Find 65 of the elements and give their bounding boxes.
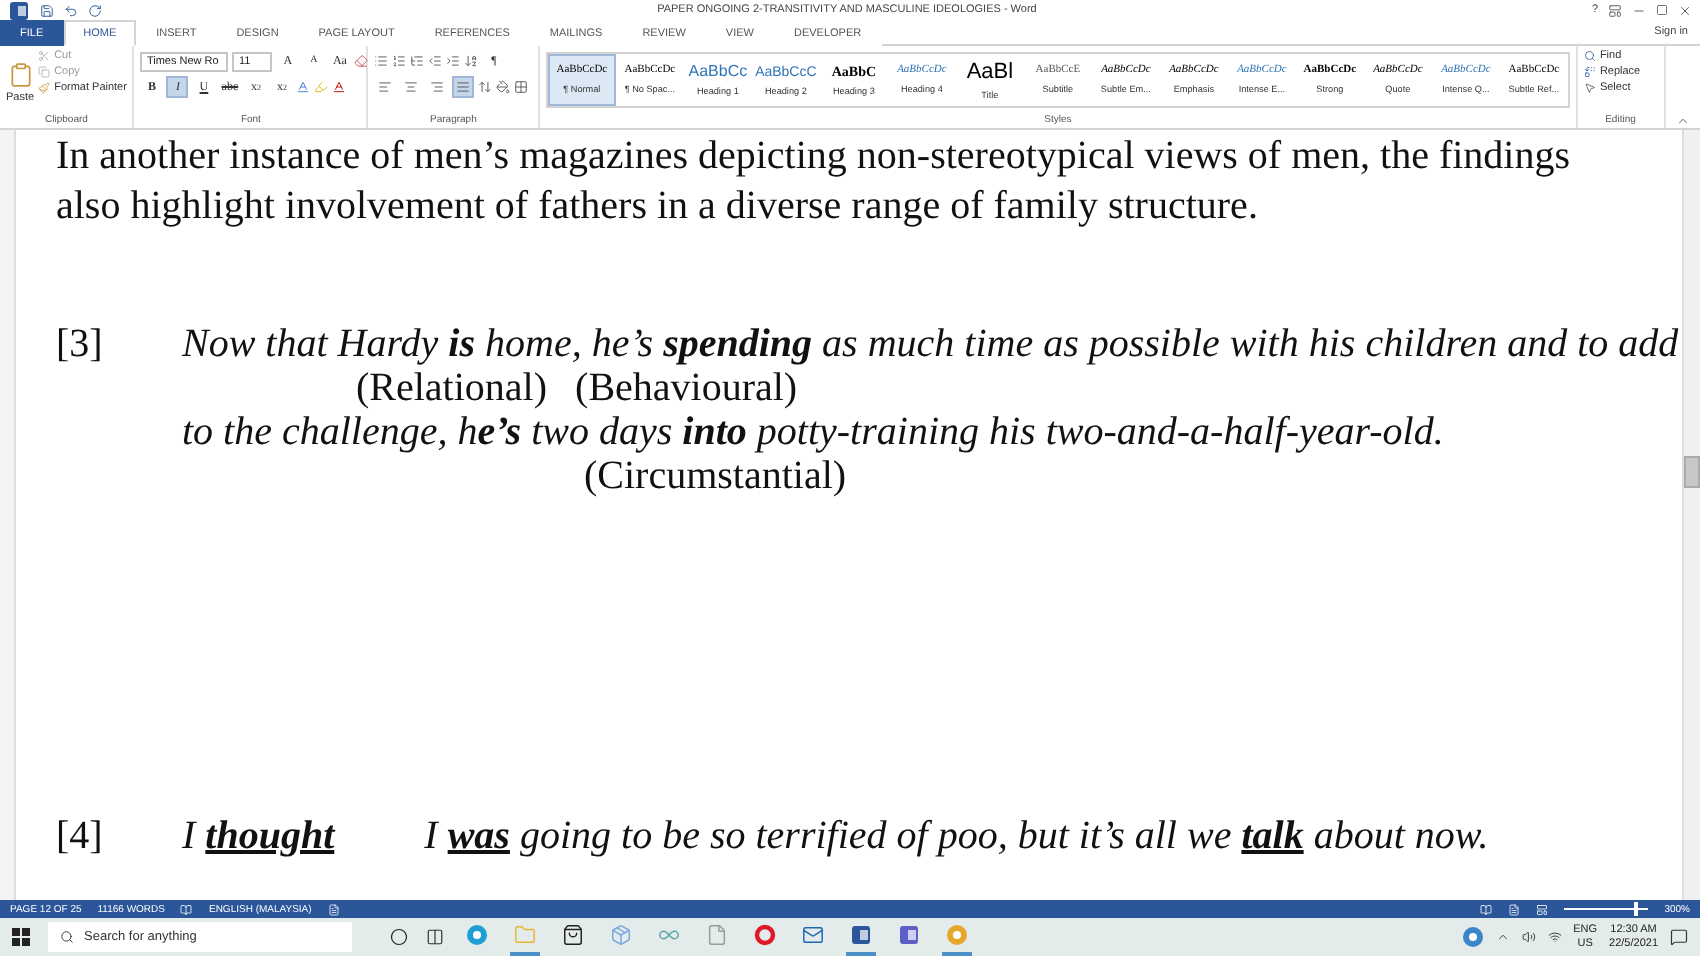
restore-icon[interactable] (1656, 4, 1668, 16)
collapse-ribbon-icon[interactable] (1675, 114, 1690, 128)
clipboard-icon (7, 61, 34, 87)
shopping-bag-icon[interactable] (562, 924, 584, 946)
close-icon[interactable] (1678, 3, 1692, 17)
body-text: also highlight involvement of fathers in a diverse range of family structure. (56, 182, 1260, 232)
file-icon[interactable] (706, 924, 728, 946)
example-number: [3] (56, 322, 105, 366)
align-left-icon (378, 80, 393, 94)
cortana-icon[interactable] (390, 928, 408, 946)
align-right-icon (430, 80, 445, 94)
word-logo[interactable] (8, 0, 30, 21)
process-label: (Relational) (356, 366, 548, 410)
bullets-icon[interactable] (374, 54, 389, 68)
proofing-icon[interactable] (180, 903, 193, 915)
align-justify-icon (456, 80, 471, 94)
show-hidden-icons-icon[interactable] (1495, 930, 1510, 944)
paintbrush-icon (38, 82, 51, 94)
sort-icon[interactable] (464, 54, 479, 68)
search-icon (60, 930, 74, 944)
undo-icon[interactable] (64, 3, 78, 17)
copy-icon (38, 66, 51, 78)
borders-icon[interactable] (514, 80, 529, 94)
align-button[interactable] (426, 76, 449, 98)
tray-app-icon[interactable] (1461, 926, 1484, 948)
opera-icon[interactable] (754, 924, 776, 946)
pointer-icon (1583, 82, 1596, 94)
multilevel-list-icon[interactable] (410, 54, 425, 68)
read-mode-icon[interactable] (1480, 903, 1493, 915)
process-label: (Behavioural) (575, 366, 798, 410)
shading-icon[interactable] (496, 80, 511, 94)
network-icon[interactable] (1547, 930, 1562, 944)
word-icon[interactable] (850, 924, 872, 946)
ribbon-display-icon[interactable] (1608, 3, 1622, 17)
align-center-icon (404, 80, 419, 94)
font-color-icon[interactable] (332, 80, 347, 94)
text-effects-icon[interactable] (296, 80, 311, 94)
increase-indent-icon[interactable] (446, 54, 461, 68)
line-spacing-icon[interactable] (478, 80, 493, 94)
align-button[interactable] (374, 76, 397, 98)
mail-icon[interactable] (802, 924, 824, 946)
save-icon[interactable] (40, 3, 54, 17)
body-text: In another instance of men’s magazines depicting non-stereotypical views of men, the findings (56, 132, 1573, 182)
example-sentence: I thought I was going to be so terrified of poo, but it’s all we talk about now. (182, 814, 1489, 858)
vertical-scrollbar[interactable] (1682, 130, 1700, 900)
redo-icon[interactable] (88, 3, 102, 17)
task-view-icon[interactable] (426, 928, 444, 946)
align-button[interactable] (452, 76, 475, 98)
process-label: (Circumstantial) (584, 454, 847, 498)
example-sentence: to the challenge, he’s two days into potty-training his two-and-a-half-year-old. (182, 410, 1444, 454)
notifications-icon[interactable] (1670, 928, 1688, 946)
align-button[interactable] (400, 76, 423, 98)
replace-icon (1583, 66, 1596, 78)
example-number: [4] (56, 814, 105, 858)
zoom-thumb[interactable] (1634, 902, 1639, 916)
web-layout-icon[interactable] (1536, 903, 1549, 915)
search-icon (1583, 50, 1596, 62)
scissors-icon (38, 50, 51, 62)
print-layout-icon[interactable] (1508, 903, 1521, 915)
example-sentence: Now that Hardy is home, he’s spending as much time as possible with his children and to add (182, 322, 1679, 366)
numbering-icon[interactable] (392, 54, 407, 68)
windows-start-icon[interactable] (12, 928, 30, 946)
decrease-indent-icon[interactable] (428, 54, 443, 68)
eraser-icon[interactable] (354, 54, 369, 68)
speaker-icon[interactable] (1521, 930, 1536, 944)
